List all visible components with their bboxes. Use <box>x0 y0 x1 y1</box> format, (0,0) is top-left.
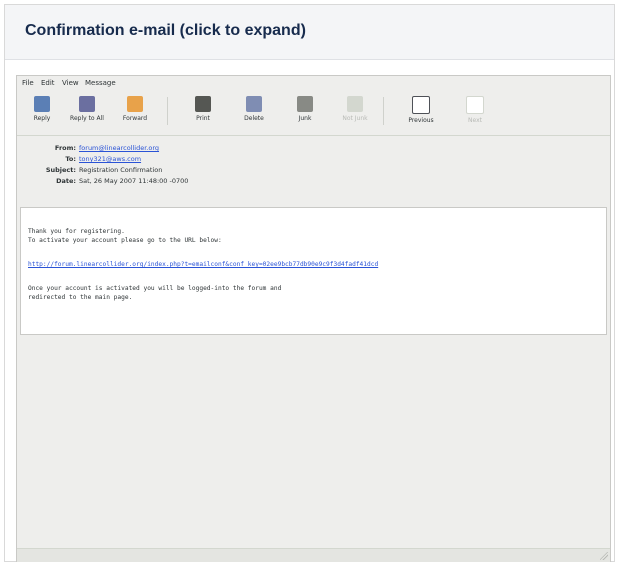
delete-button[interactable]: Delete <box>232 93 276 131</box>
trash-icon <box>246 96 262 112</box>
from-address[interactable]: forum@linearcollider.org <box>79 144 159 152</box>
panel-header[interactable]: Confirmation e-mail (click to expand) <box>5 5 614 60</box>
arrow-left-icon <box>412 96 430 114</box>
email-client-window: File Edit View Message Reply Reply to Al… <box>16 75 611 562</box>
to-row: To: tony321@aws.com <box>17 155 610 166</box>
date-row: Date: Sat, 26 May 2007 11:48:00 -0700 <box>17 177 610 188</box>
junk-icon <box>297 96 313 112</box>
junk-label: Junk <box>298 115 312 122</box>
not-junk-label: Not Junk <box>342 115 368 122</box>
resize-grip-icon[interactable] <box>600 552 608 560</box>
reply-all-button[interactable]: Reply to All <box>65 93 109 131</box>
next-label: Next <box>468 117 482 124</box>
forward-button[interactable]: Forward <box>113 93 157 131</box>
from-key: From: <box>54 144 76 152</box>
forward-label: Forward <box>122 115 148 122</box>
menu-message[interactable]: Message <box>85 79 116 87</box>
menu-file[interactable]: File <box>22 79 34 87</box>
date-value: Sat, 26 May 2007 11:48:00 -0700 <box>79 177 189 185</box>
not-junk-button[interactable]: Not Junk <box>333 93 377 131</box>
subject-key: Subject: <box>45 166 76 174</box>
reply-all-icon <box>79 96 95 112</box>
toolbar-separator <box>167 97 168 125</box>
junk-button[interactable]: Junk <box>283 93 327 131</box>
body-line-2: To activate your account please go to th… <box>28 237 222 244</box>
to-address[interactable]: tony321@aws.com <box>79 155 141 163</box>
message-headers: From: forum@linearcollider.org To: tony3… <box>17 140 610 196</box>
to-key: To: <box>65 155 76 163</box>
date-key: Date: <box>56 177 76 185</box>
not-junk-icon <box>347 96 363 112</box>
previous-button[interactable]: Previous <box>399 93 443 131</box>
reply-label: Reply <box>33 115 51 122</box>
toolbar-separator <box>383 97 384 125</box>
print-button[interactable]: Print <box>181 93 225 131</box>
reply-all-label: Reply to All <box>70 115 104 122</box>
printer-icon <box>195 96 211 112</box>
body-line-3: Once your account is activated you will … <box>28 285 282 292</box>
arrow-right-icon <box>466 96 484 114</box>
subject-row: Subject: Registration Confirmation <box>17 166 610 177</box>
body-line-1: Thank you for registering. <box>28 228 125 235</box>
print-label: Print <box>196 115 210 122</box>
reply-button[interactable]: Reply <box>20 93 64 131</box>
forward-icon <box>127 96 143 112</box>
status-bar <box>17 548 610 562</box>
menu-bar: File Edit View Message <box>17 76 610 90</box>
previous-label: Previous <box>408 117 434 124</box>
body-line-4: redirected to the main page. <box>28 294 133 301</box>
reply-icon <box>34 96 50 112</box>
toolbar: Reply Reply to All Forward Print Delete <box>17 91 610 136</box>
expand-panel[interactable]: Confirmation e-mail (click to expand) Fi… <box>4 4 615 562</box>
delete-label: Delete <box>244 115 264 122</box>
from-row: From: forum@linearcollider.org <box>17 144 610 155</box>
menu-edit[interactable]: Edit <box>41 79 55 87</box>
activation-link[interactable]: http://forum.linearcollider.org/index.ph… <box>28 261 378 268</box>
message-body: Thank you for registering. To activate y… <box>20 207 607 335</box>
subject-value: Registration Confirmation <box>79 166 163 174</box>
next-button[interactable]: Next <box>453 93 497 131</box>
panel-title[interactable]: Confirmation e-mail (click to expand) <box>25 22 306 40</box>
menu-view[interactable]: View <box>62 79 79 87</box>
